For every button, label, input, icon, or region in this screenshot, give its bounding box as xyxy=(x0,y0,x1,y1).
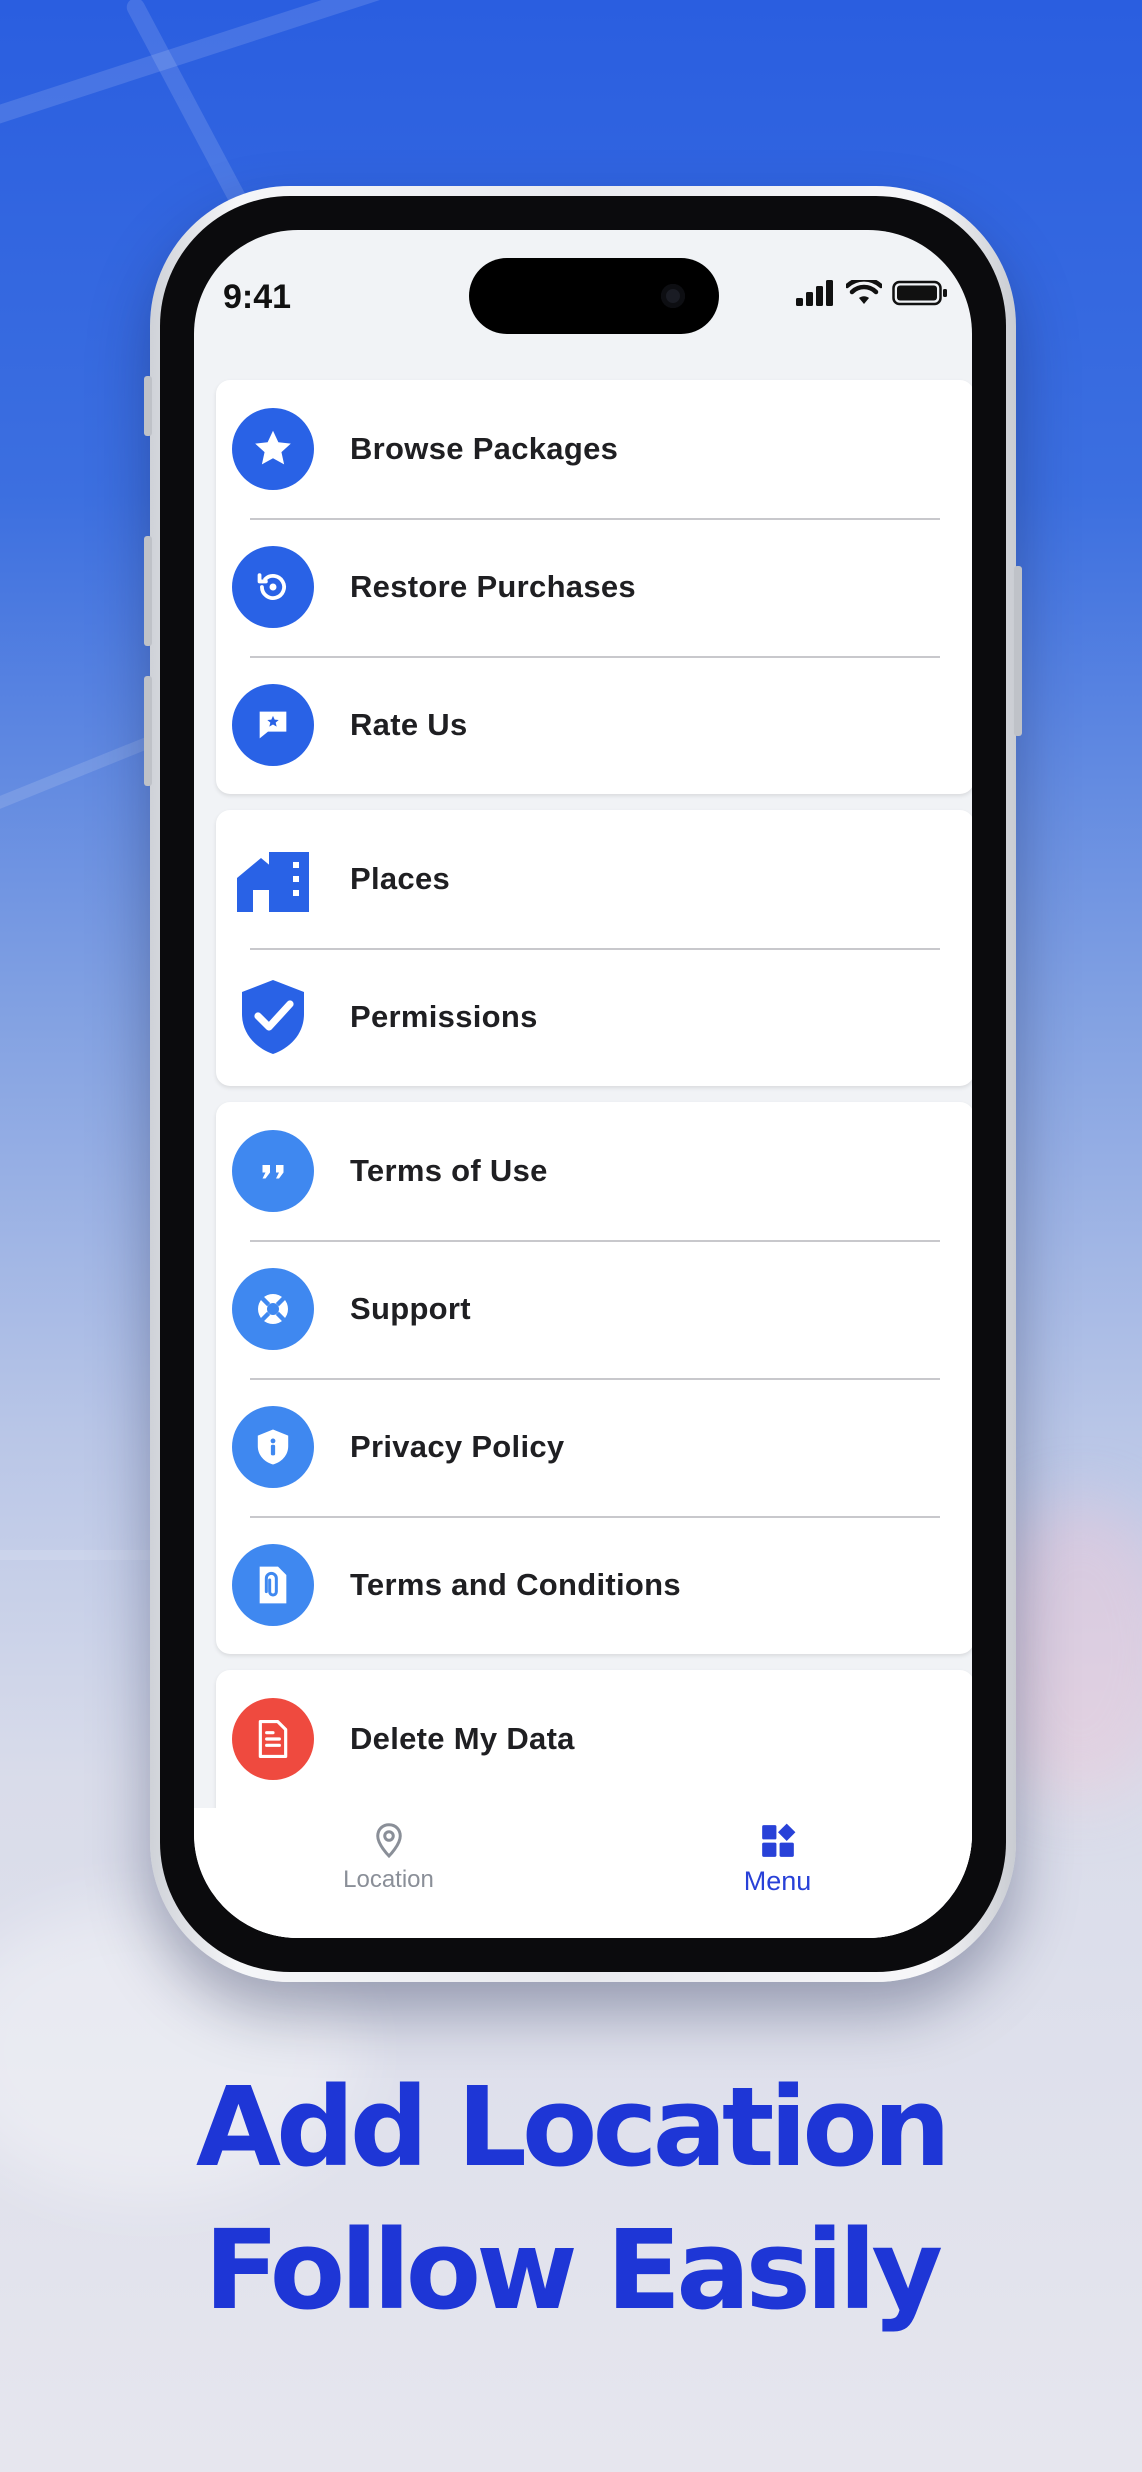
menu-item-label: Terms of Use xyxy=(350,1153,548,1188)
menu-item-label: Places xyxy=(350,861,451,896)
menu-card: Terms of Use Support Privacy Policy Term… xyxy=(216,1102,972,1654)
signal-icon xyxy=(796,280,833,306)
menu-item-restore-purchases[interactable]: Restore Purchases xyxy=(216,518,972,656)
app-screen: 9:41 Browse Packages Restore Purchases R… xyxy=(194,230,972,1938)
rate-chat-icon xyxy=(232,684,314,766)
shield-check-icon xyxy=(232,976,314,1058)
star-icon xyxy=(232,408,314,490)
menu-item-label: Restore Purchases xyxy=(350,569,636,604)
status-icons xyxy=(796,280,948,306)
menu-list: Browse Packages Restore Purchases Rate U… xyxy=(216,380,972,1938)
menu-grid-icon xyxy=(761,1823,795,1857)
menu-item-browse-packages[interactable]: Browse Packages xyxy=(216,380,972,518)
menu-item-label: Browse Packages xyxy=(350,431,619,466)
home-building-icon xyxy=(232,838,314,920)
lifebuoy-icon xyxy=(232,1268,314,1350)
menu-item-label: Support xyxy=(350,1291,471,1326)
quote-icon xyxy=(232,1130,314,1212)
phone-frame: 9:41 Browse Packages Restore Purchases R… xyxy=(144,186,1022,1982)
tab-menu-label: Menu xyxy=(743,1866,812,1896)
document-clip-icon xyxy=(232,1544,314,1626)
headline-line-2: Follow Easily xyxy=(203,2206,943,2334)
menu-card: Places Permissions xyxy=(216,810,972,1086)
menu-item-label: Rate Us xyxy=(350,707,468,742)
menu-item-label: Privacy Policy xyxy=(350,1429,565,1464)
menu-item-label: Permissions xyxy=(350,999,538,1034)
menu-card: Browse Packages Restore Purchases Rate U… xyxy=(216,380,972,794)
menu-item-permissions[interactable]: Permissions xyxy=(216,948,972,1086)
menu-item-privacy-policy[interactable]: Privacy Policy xyxy=(216,1378,972,1516)
tab-bar: Location Menu xyxy=(194,1808,972,1938)
tab-menu[interactable]: Menu xyxy=(583,1808,972,1938)
battery-icon xyxy=(892,280,947,306)
dynamic-island xyxy=(469,258,719,334)
wifi-icon xyxy=(846,280,882,304)
menu-item-terms-and-conditions[interactable]: Terms and Conditions xyxy=(216,1516,972,1654)
menu-item-terms-of-use[interactable]: Terms of Use xyxy=(216,1102,972,1240)
menu-item-label: Terms and Conditions xyxy=(350,1567,681,1602)
location-pin-icon xyxy=(375,1823,402,1859)
tab-location-label: Location xyxy=(343,1866,434,1893)
menu-item-rate-us[interactable]: Rate Us xyxy=(216,656,972,794)
menu-item-support[interactable]: Support xyxy=(216,1240,972,1378)
restore-icon xyxy=(232,546,314,628)
document-icon xyxy=(232,1698,314,1780)
menu-item-label: Delete My Data xyxy=(350,1721,575,1756)
headline-line-1: Add Location xyxy=(195,2063,951,2191)
shield-info-icon xyxy=(232,1406,314,1488)
tab-location[interactable]: Location xyxy=(194,1808,583,1938)
menu-item-places[interactable]: Places xyxy=(216,810,972,948)
status-time: 9:41 xyxy=(223,278,292,316)
menu-item-delete-my-data[interactable]: Delete My Data xyxy=(216,1670,972,1808)
